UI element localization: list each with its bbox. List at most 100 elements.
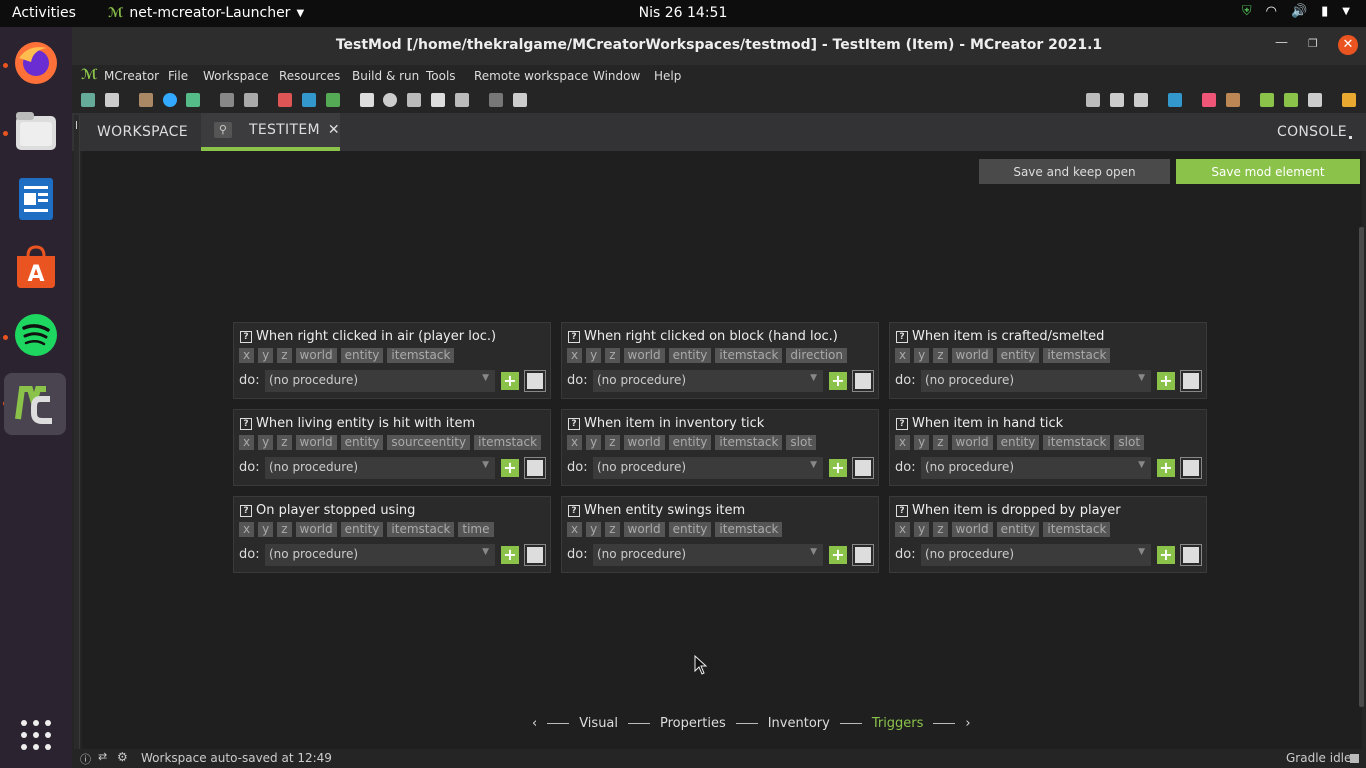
help-icon[interactable]: ?	[240, 417, 252, 430]
add-procedure-button[interactable]: +	[501, 459, 519, 477]
minimize-icon[interactable]: —	[1275, 35, 1288, 50]
gear-icon[interactable]: ⚙	[117, 750, 128, 764]
structure-grid-icon[interactable]	[326, 93, 340, 107]
menu-build-run[interactable]: Build & run	[352, 69, 419, 83]
tab-testitem[interactable]: ⚲ TESTITEM ✕	[201, 113, 340, 151]
edit-procedure-button[interactable]	[524, 457, 546, 479]
add-procedure-button[interactable]: +	[1157, 372, 1175, 390]
save-and-keep-open-button[interactable]: Save and keep open	[979, 159, 1170, 184]
wizard-step-triggers[interactable]: Triggers	[872, 716, 924, 731]
activities-button[interactable]: Activities	[12, 5, 76, 21]
writer-icon[interactable]	[8, 171, 64, 227]
add-procedure-button[interactable]: +	[501, 546, 519, 564]
tab-workspace[interactable]: WORKSPACE	[86, 113, 196, 151]
item-grid-icon[interactable]	[302, 93, 316, 107]
tool-icon[interactable]	[431, 93, 445, 107]
add-procedure-button[interactable]: +	[1157, 459, 1175, 477]
menu-mcreator[interactable]: MCreator	[104, 69, 159, 83]
wizard-step-inventory[interactable]: Inventory	[768, 716, 830, 731]
cloud-icon[interactable]	[383, 93, 397, 107]
menu-window[interactable]: Window	[593, 69, 640, 83]
menu-help[interactable]: Help	[654, 69, 681, 83]
app-menu[interactable]: ℳ net-mcreator-Launcher ▼	[108, 5, 304, 21]
wizard-step-visual[interactable]: Visual	[579, 716, 618, 731]
files-icon[interactable]	[8, 103, 64, 159]
help-icon[interactable]: ?	[896, 504, 908, 517]
pull-icon[interactable]	[1110, 93, 1124, 107]
push-icon[interactable]	[1134, 93, 1148, 107]
menu-workspace[interactable]: Workspace	[203, 69, 269, 83]
help-icon[interactable]: ?	[896, 417, 908, 430]
menu-resources[interactable]: Resources	[279, 69, 340, 83]
edit-procedure-button[interactable]	[852, 544, 874, 566]
help-icon[interactable]: ?	[568, 330, 580, 343]
procedure-select[interactable]: (no procedure) ▼	[593, 457, 823, 479]
edit-procedure-button[interactable]	[852, 457, 874, 479]
code-icon[interactable]	[360, 93, 374, 107]
procedure-select[interactable]: (no procedure) ▼	[265, 544, 495, 566]
run-server-icon[interactable]	[1284, 93, 1298, 107]
procedure-select[interactable]: (no procedure) ▼	[921, 457, 1151, 479]
help-icon[interactable]: ?	[568, 417, 580, 430]
edit-procedure-button[interactable]	[1180, 457, 1202, 479]
mcreator-dock-icon[interactable]	[4, 373, 66, 435]
close-icon[interactable]: ✕	[328, 122, 340, 138]
run-client-icon[interactable]	[1260, 93, 1274, 107]
sound-icon[interactable]	[163, 93, 177, 107]
procedure-select[interactable]: (no procedure) ▼	[593, 370, 823, 392]
image-editor-icon[interactable]	[105, 93, 119, 107]
model-icon[interactable]	[220, 93, 234, 107]
add-procedure-button[interactable]: +	[501, 372, 519, 390]
shield-icon[interactable]: ⛨	[1242, 4, 1252, 19]
add-procedure-button[interactable]: +	[829, 546, 847, 564]
info-icon[interactable]: ⓘ	[80, 751, 91, 767]
menu-tools[interactable]: Tools	[426, 69, 456, 83]
stop-icon[interactable]	[1308, 93, 1322, 107]
edit-procedure-button[interactable]	[852, 370, 874, 392]
save-mod-element-button[interactable]: Save mod element	[1176, 159, 1360, 184]
procedure-select[interactable]: (no procedure) ▼	[921, 544, 1151, 566]
workspace-splitter[interactable]	[74, 115, 80, 749]
maximize-icon[interactable]: ❐	[1308, 37, 1318, 50]
help-icon[interactable]: ?	[240, 504, 252, 517]
chevron-right-icon[interactable]: ›	[965, 716, 970, 731]
help-icon[interactable]: ?	[240, 330, 252, 343]
help-icon[interactable]: ?	[896, 330, 908, 343]
animation-icon[interactable]	[244, 93, 258, 107]
close-window-button[interactable]: ✕	[1338, 35, 1358, 55]
block-grid-icon[interactable]	[278, 93, 292, 107]
window-titlebar[interactable]: TestMod [/home/thekralgame/MCreatorWorks…	[72, 27, 1366, 65]
link-icon[interactable]	[513, 93, 527, 107]
volume-icon[interactable]: 🔊	[1291, 4, 1307, 19]
procedure-select[interactable]: (no procedure) ▼	[921, 370, 1151, 392]
edit-procedure-button[interactable]	[1180, 544, 1202, 566]
firefox-icon[interactable]	[8, 35, 64, 91]
scrollbar[interactable]	[1359, 227, 1364, 707]
procedure-select[interactable]: (no procedure) ▼	[265, 370, 495, 392]
wizard-step-properties[interactable]: Properties	[660, 716, 726, 731]
procedure-select[interactable]: (no procedure) ▼	[593, 544, 823, 566]
brush-icon[interactable]	[407, 93, 421, 107]
edit-procedure-button[interactable]	[1180, 370, 1202, 392]
tab-console[interactable]: CONSOLE	[1277, 113, 1352, 151]
add-procedure-button[interactable]: +	[829, 372, 847, 390]
eraser-icon[interactable]	[1202, 93, 1216, 107]
system-tray[interactable]: ⛨ ◠ 🔊 ▮ ▼	[1242, 4, 1350, 19]
spotify-icon[interactable]	[8, 307, 64, 363]
stop-icon[interactable]	[1350, 754, 1359, 763]
app-grid-icon[interactable]	[8, 707, 64, 763]
help-icon[interactable]: ?	[568, 504, 580, 517]
edit-procedure-button[interactable]	[524, 544, 546, 566]
chevron-left-icon[interactable]: ‹	[532, 716, 537, 731]
procedure-select[interactable]: (no procedure) ▼	[265, 457, 495, 479]
import-icon[interactable]	[139, 93, 153, 107]
menu-remote-workspace[interactable]: Remote workspace	[474, 69, 588, 83]
build-hammer-icon[interactable]	[1226, 93, 1240, 107]
software-store-icon[interactable]: A	[8, 239, 64, 295]
landscape-icon[interactable]	[186, 93, 200, 107]
export-icon[interactable]	[1342, 93, 1356, 107]
add-procedure-button[interactable]: +	[1157, 546, 1175, 564]
edit-procedure-button[interactable]	[524, 370, 546, 392]
window-layout-icon[interactable]	[489, 93, 503, 107]
wifi-icon[interactable]: ◠	[1266, 4, 1277, 19]
